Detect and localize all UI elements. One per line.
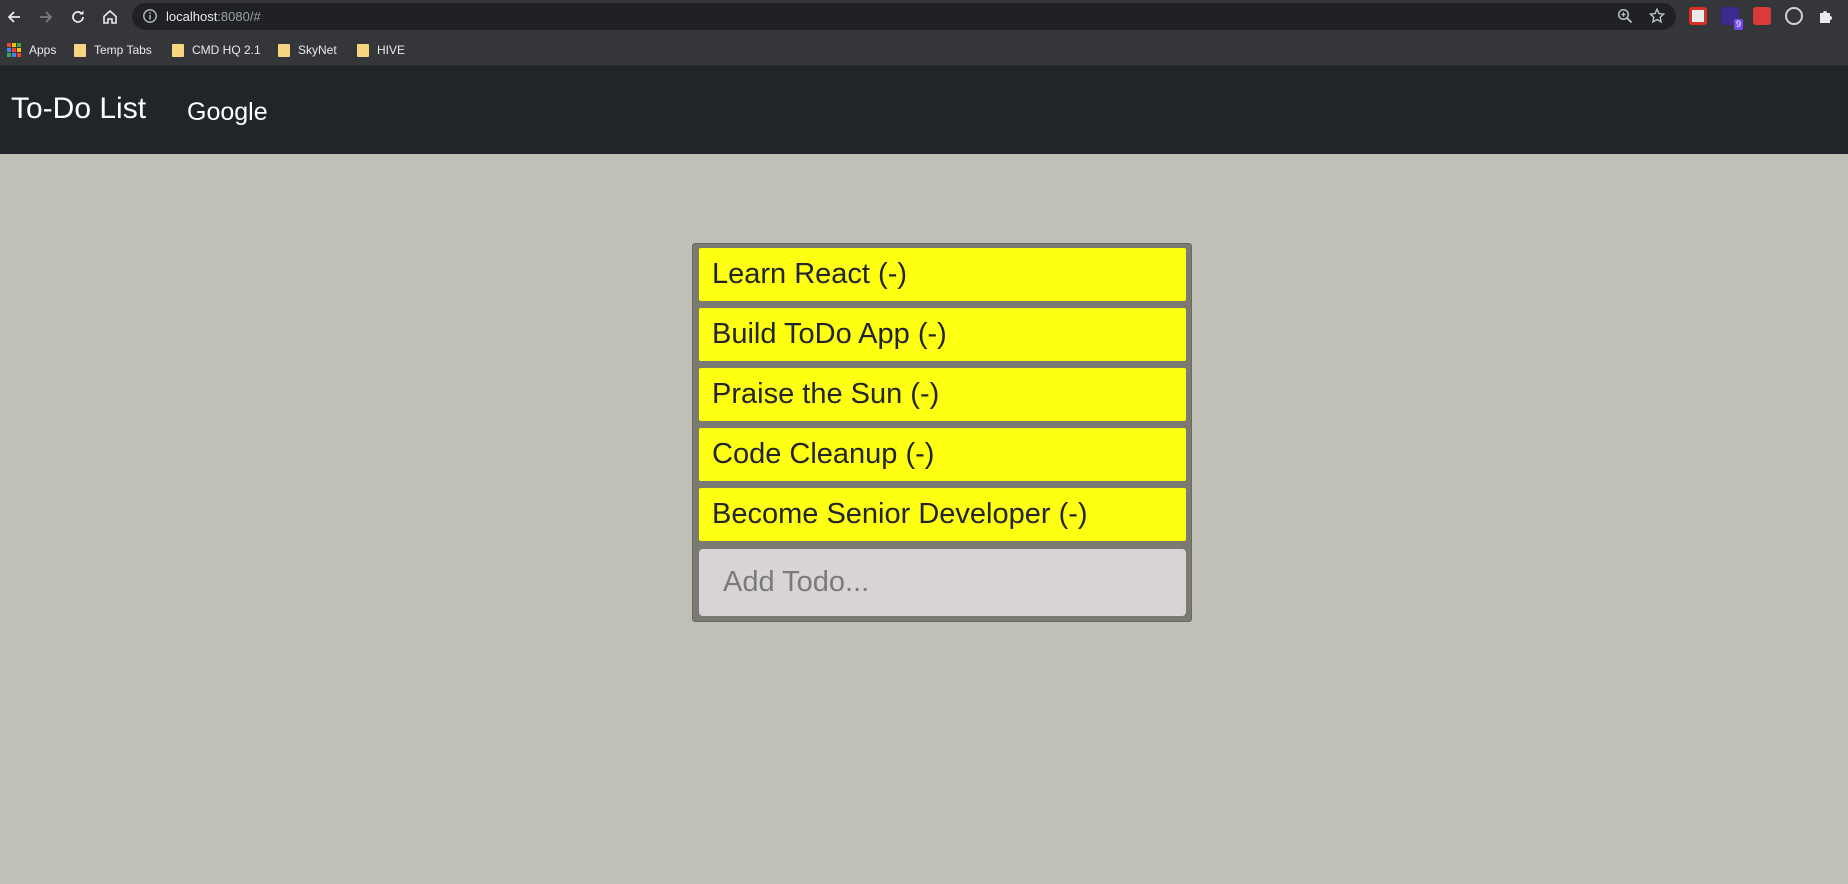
folder-icon	[278, 43, 290, 57]
apps-grid-icon	[7, 43, 21, 57]
bookmark-star-icon[interactable]	[1648, 7, 1666, 25]
folder-icon	[74, 43, 86, 57]
record-extension-icon[interactable]	[1785, 7, 1803, 25]
home-icon[interactable]	[97, 4, 123, 30]
todo-item[interactable]: Learn React (-)	[699, 248, 1186, 301]
url-text: localhost:8080/#	[166, 8, 261, 25]
bookmark-temp-tabs[interactable]: Temp Tabs	[74, 40, 152, 60]
todo-item[interactable]: Become Senior Developer (-)	[699, 488, 1186, 541]
folder-icon	[357, 43, 369, 57]
address-bar[interactable]: localhost:8080/#	[132, 3, 1676, 30]
reload-icon[interactable]	[65, 4, 91, 30]
bookmark-label: Apps	[29, 43, 57, 57]
google-link[interactable]: Google	[187, 98, 268, 127]
extension-badge-icon[interactable]: 9	[1721, 7, 1743, 30]
info-icon[interactable]	[142, 8, 158, 24]
add-todo-input[interactable]	[699, 549, 1186, 616]
back-arrow-icon[interactable]	[1, 4, 27, 30]
pocket-extension-icon[interactable]	[1689, 7, 1707, 25]
forward-arrow-icon[interactable]	[33, 4, 59, 30]
zoom-icon[interactable]	[1616, 7, 1634, 25]
bookmark-label: HIVE	[377, 43, 406, 57]
todo-item[interactable]: Code Cleanup (-)	[699, 428, 1186, 481]
bookmark-skynet[interactable]: SkyNet	[278, 40, 337, 60]
bookmark-label: CMD HQ 2.1	[192, 43, 261, 57]
bookmark-hive[interactable]: HIVE	[357, 40, 405, 60]
todo-item[interactable]: Build ToDo App (-)	[699, 308, 1186, 361]
browser-toolbar: localhost:8080/# 9	[0, 0, 1848, 33]
red-extension-icon[interactable]	[1753, 7, 1771, 25]
bookmark-label: SkyNet	[298, 43, 337, 57]
app-navbar: To-Do List Google	[0, 66, 1848, 154]
url-path: :8080/#	[217, 9, 261, 24]
bookmark-label: Temp Tabs	[94, 43, 152, 57]
url-host: localhost	[166, 9, 218, 24]
folder-icon	[172, 43, 184, 57]
todo-list-panel: Learn React (-) Build ToDo App (-) Prais…	[692, 243, 1192, 622]
bookmark-cmd-hq[interactable]: CMD HQ 2.1	[172, 40, 261, 60]
navbar-brand[interactable]: To-Do List	[11, 92, 146, 126]
extension-badge-count: 9	[1733, 19, 1743, 30]
todo-item[interactable]: Praise the Sun (-)	[699, 368, 1186, 421]
extensions-puzzle-icon[interactable]	[1816, 7, 1834, 25]
bookmarks-bar: Apps Temp Tabs CMD HQ 2.1 SkyNet HIVE	[0, 33, 1848, 66]
bookmark-apps[interactable]: Apps	[7, 40, 56, 60]
